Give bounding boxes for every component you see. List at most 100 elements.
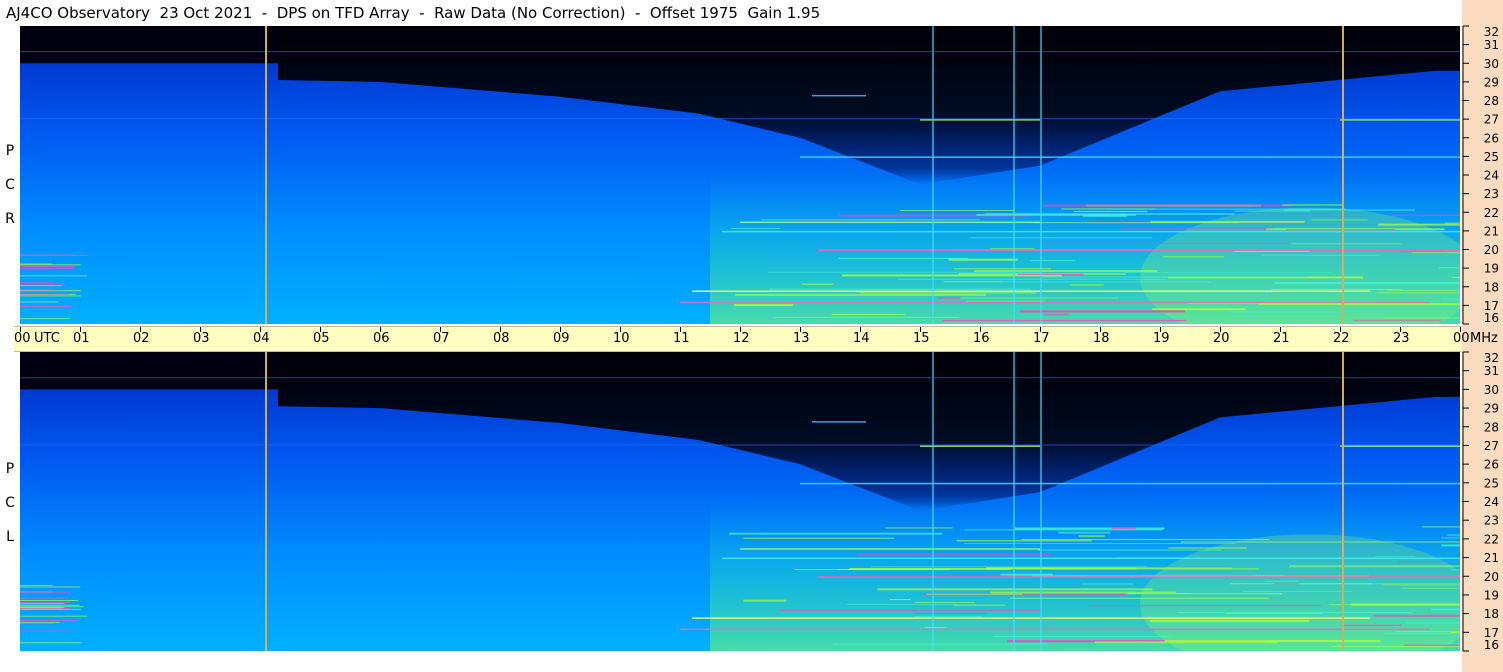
interference-line [1289,565,1460,568]
interference-line [1261,254,1380,256]
interference-line [1404,644,1460,646]
interference-line [1150,220,1305,223]
interference-line [1391,214,1460,216]
lcp-label-l: L [6,529,14,545]
interference-line [942,297,1119,299]
interference-line [938,296,961,299]
interference-line [1168,547,1247,549]
utc-tick-label: 20 [1213,331,1230,346]
frequency-axis-svg: 1617 18 19 20 21 22 23 24 25 26 27 28 29 30 3132 [1462,25,1499,325]
broadcast-line [740,221,1040,224]
frequency-tick-label: 31 [1484,364,1499,378]
utc-tick-label: 03 [193,331,210,346]
interference-line [948,258,1018,261]
lcp-label-p: P [5,461,15,477]
interference-line [1440,537,1460,539]
interference-line [857,553,1051,556]
early-interference-line [20,301,59,303]
interference-line [889,599,911,601]
utc-tick-label: 14 [853,331,870,346]
interference-line [1284,209,1416,211]
early-interference-line [20,608,81,610]
early-interference-line [20,603,65,605]
interference-line [1273,583,1300,585]
interference-line [956,540,1092,542]
interference-line [1387,290,1460,292]
utc-tick-label: 23 [1393,331,1410,346]
interference-line [913,612,987,614]
rcp-label-c: C [5,177,15,193]
interference-line [1404,621,1460,624]
frequency-tick-label: 17 [1484,626,1499,640]
interference-line [899,209,1015,211]
interference-line [924,627,947,629]
time-marker-line [265,352,267,651]
frequency-tick-label: 27 [1484,113,1499,127]
early-interference-line [20,586,81,588]
early-interference-line [20,285,62,287]
lcp-spectrogram-svg [20,352,1460,651]
frequency-tick-label: 16 [1484,638,1499,652]
utc-tick-label: 19 [1153,331,1170,346]
interference-line [1228,310,1343,313]
utc-tick-label: 16 [973,331,990,346]
interference-line [1425,643,1460,645]
interference-line [1438,267,1460,269]
interference-line [1331,646,1460,648]
utc-tick-label: 12 [733,331,750,346]
interference-line [913,615,983,617]
early-interference-line [20,293,70,295]
interference-line [953,268,1052,270]
time-marker-line [1342,26,1344,324]
frequency-tick-label: 32 [1484,25,1499,39]
early-interference-line [20,263,52,265]
interference-line [1074,210,1148,212]
interference-line [946,281,1211,283]
interference-line [1450,631,1460,633]
interference-line [1038,242,1289,244]
horizontal-reference-line [20,118,1460,120]
utc-tick-label: 06 [373,331,390,346]
interference-line [870,566,1148,568]
interference-line [1082,214,1128,217]
rcp-spectrogram [20,26,1460,324]
broadcast-line [920,445,1040,447]
interference-line [964,529,1163,531]
interference-line [942,319,1187,321]
rcp-spectrogram-svg [20,26,1460,324]
interference-line [1043,313,1069,316]
interference-line [1017,273,1084,275]
utc-tick-label: 08 [493,331,510,346]
interference-line [964,542,1236,544]
interference-line [1264,580,1299,582]
lcp-margin: P C L [0,352,20,651]
interference-line [1078,535,1105,538]
early-interference-line [20,267,75,269]
time-marker-line [265,26,267,324]
interference-line [1124,272,1332,274]
interference-line [734,304,793,307]
broadcast-line [692,617,1370,619]
frequency-tick-label: 21 [1484,551,1499,565]
broadcast-line [1340,119,1460,121]
interference-line [831,313,905,315]
frequency-tick-label: 17 [1484,299,1499,313]
utc-tick-label: 11 [673,331,690,346]
frequency-tick-label: 28 [1484,420,1499,434]
frequency-tick-label: 28 [1484,94,1499,108]
frequency-tick-label: 25 [1484,476,1499,490]
interference-line [1286,229,1396,231]
utc-tick-label: 02 [133,331,150,346]
frequency-tick-label: 23 [1484,187,1499,201]
frequency-tick-label: 26 [1484,458,1499,472]
vertical-interference [1013,352,1015,651]
interference-line [1401,587,1460,589]
interference-line [1395,631,1460,633]
interference-line [1041,276,1307,278]
utc-tick-label: 07 [433,331,450,346]
interference-line [1378,223,1460,226]
early-interference-line [20,265,76,267]
utc-tick-label: MHz [1470,331,1498,346]
early-interference-line [20,264,81,266]
early-interference-line [20,318,71,320]
